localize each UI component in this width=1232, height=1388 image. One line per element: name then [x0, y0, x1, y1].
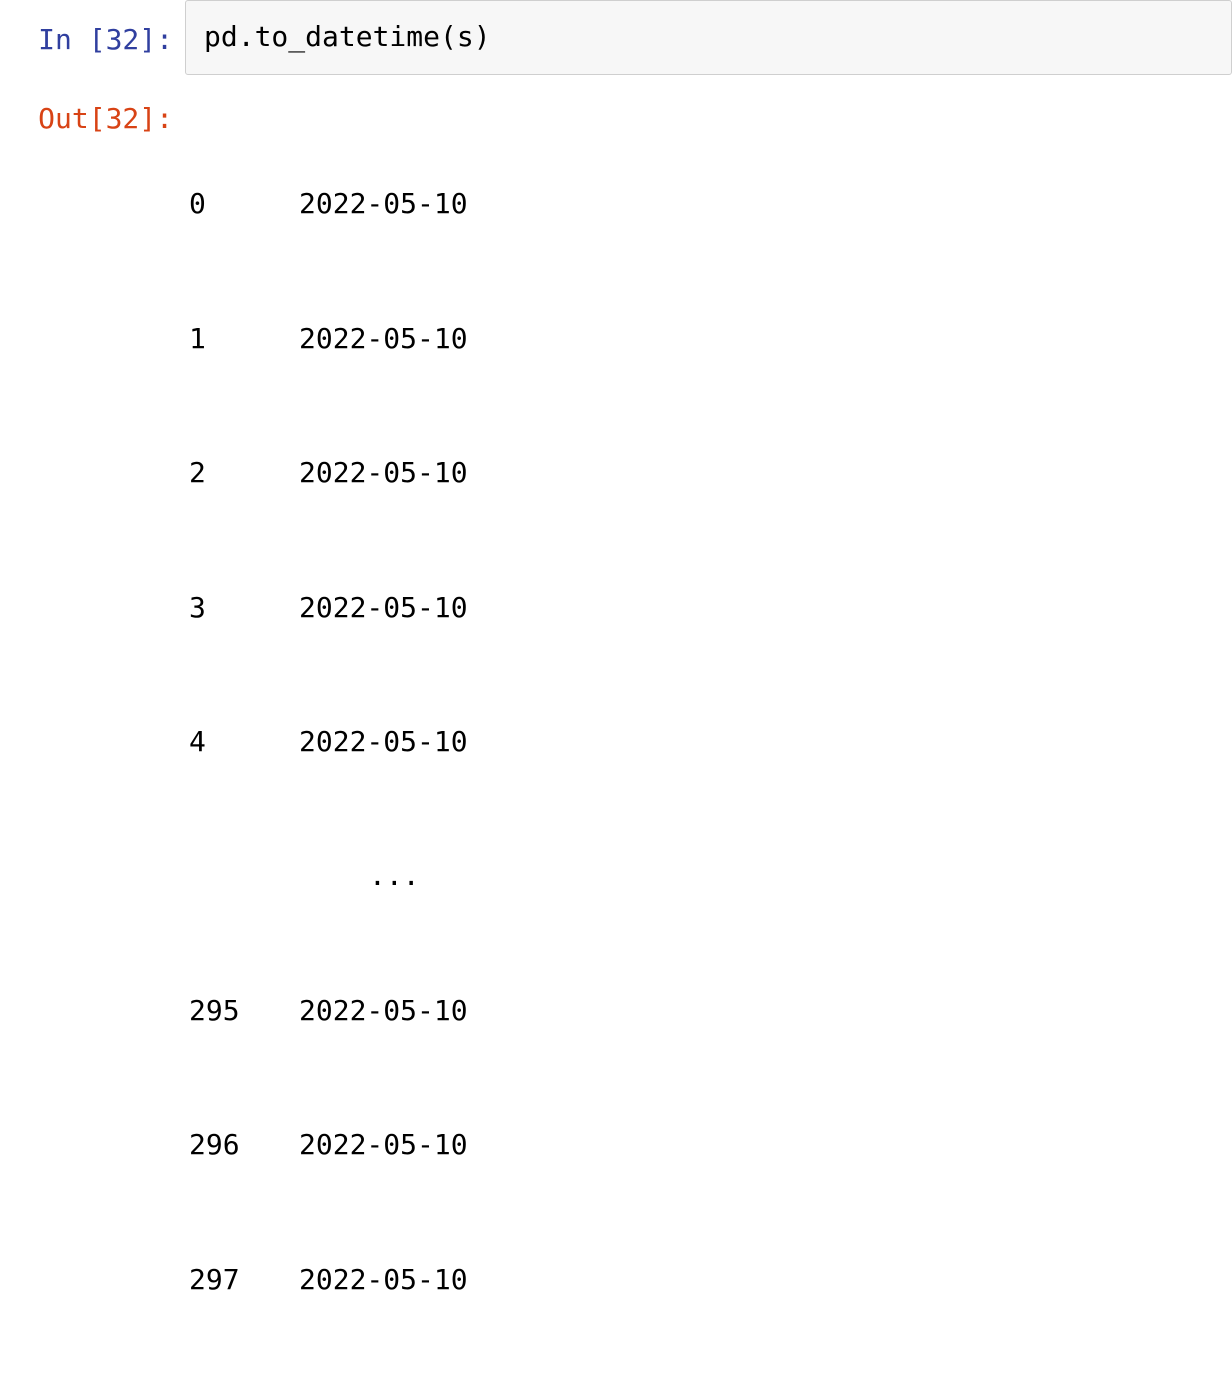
output-row: 2972022-05-10: [189, 1258, 1214, 1303]
output-index: 4: [189, 720, 299, 765]
code-input[interactable]: pd.to_datetime(s): [185, 0, 1232, 75]
output-cell: Out[32]: 02022-05-10 12022-05-10 22022-0…: [0, 79, 1232, 1388]
output-value: 2022-05-10: [299, 317, 468, 362]
output-value: 2022-05-10: [299, 720, 468, 765]
output-row: 2962022-05-10: [189, 1123, 1214, 1168]
output-value: 2022-05-10: [299, 989, 468, 1034]
output-index: 1: [189, 317, 299, 362]
output-row: 12022-05-10: [189, 317, 1214, 362]
in-prompt-label: In [32]:: [38, 23, 173, 56]
output-row: 42022-05-10: [189, 720, 1214, 765]
output-index: 2: [189, 451, 299, 496]
output-value: 2022-05-10: [299, 1258, 468, 1303]
output-index: 296: [189, 1123, 299, 1168]
output-index: 3: [189, 586, 299, 631]
code-text: pd.to_datetime(s): [204, 20, 491, 53]
output-index: 295: [189, 989, 299, 1034]
input-cell: In [32]: pd.to_datetime(s): [0, 0, 1232, 75]
output-content: 02022-05-10 12022-05-10 22022-05-10 3202…: [185, 79, 1232, 1388]
output-prompt: Out[32]:: [0, 79, 185, 142]
output-index: 297: [189, 1258, 299, 1303]
output-value: 2022-05-10: [299, 586, 468, 631]
output-row: 02022-05-10: [189, 182, 1214, 227]
output-row: 32022-05-10: [189, 586, 1214, 631]
output-index: 0: [189, 182, 299, 227]
output-value: 2022-05-10: [299, 182, 468, 227]
output-ellipsis: ...: [189, 854, 1214, 899]
output-value: 2022-05-10: [299, 451, 468, 496]
output-row: 22022-05-10: [189, 451, 1214, 496]
output-row: 2952022-05-10: [189, 989, 1214, 1034]
output-value: 2022-05-10: [299, 1123, 468, 1168]
input-prompt: In [32]:: [0, 0, 185, 63]
out-prompt-label: Out[32]:: [38, 102, 173, 135]
